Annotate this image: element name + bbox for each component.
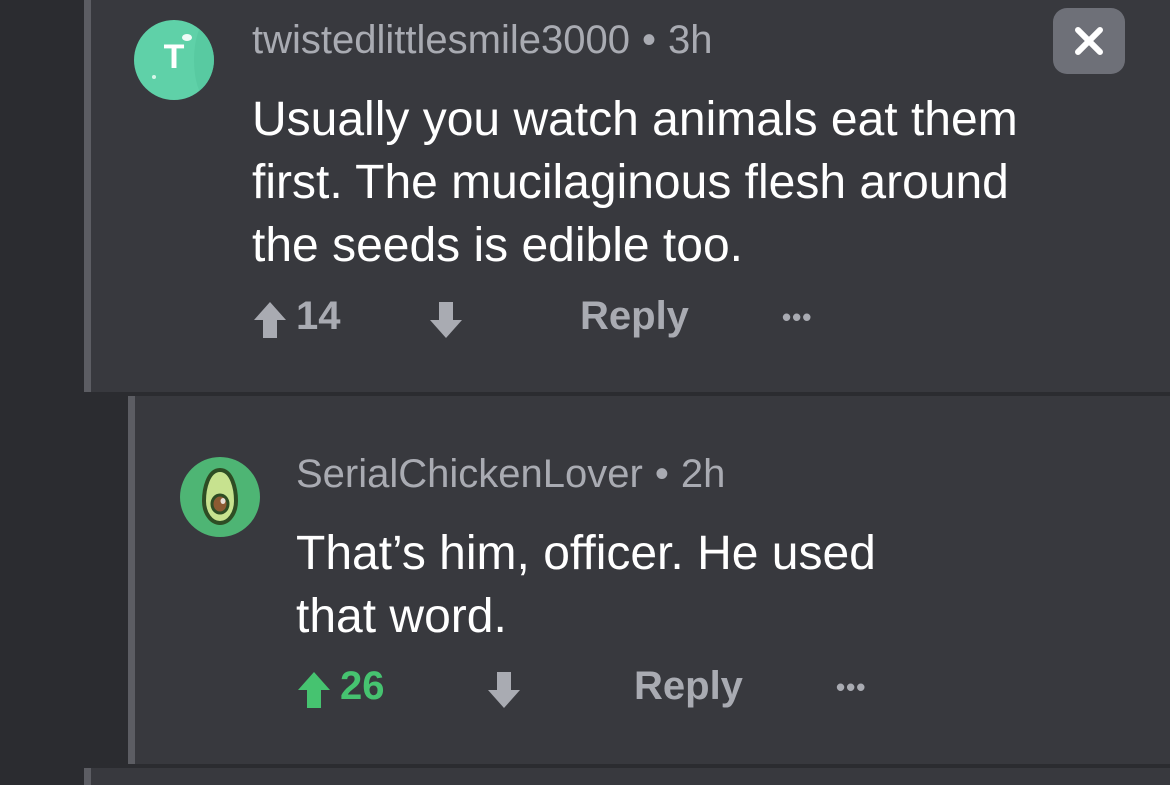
- more-options-button[interactable]: •••: [782, 302, 812, 333]
- meta-separator: •: [641, 18, 656, 62]
- comment-body: Usually you watch animals eat them first…: [252, 88, 1132, 277]
- comment-age: 3h: [667, 18, 713, 62]
- thread-gutter: [0, 0, 84, 785]
- comment-body: That’s him, officer. He used that word.: [296, 522, 1116, 648]
- comment-line: that word.: [296, 590, 507, 643]
- user-avatar[interactable]: T: [134, 20, 214, 100]
- next-comment-edge: [84, 768, 1170, 785]
- more-options-button[interactable]: •••: [836, 672, 866, 703]
- comment-line: first. The mucilaginous flesh around: [252, 156, 1009, 209]
- arrow-up-icon[interactable]: [296, 670, 332, 710]
- user-avatar[interactable]: [180, 457, 260, 537]
- meta-separator: •: [654, 452, 669, 496]
- arrow-up-icon[interactable]: [252, 300, 288, 340]
- close-icon: [1075, 27, 1103, 55]
- avatar-letter: T: [163, 38, 185, 76]
- comment-line: Usually you watch animals eat them: [252, 93, 1018, 146]
- avocado-icon: [201, 467, 239, 526]
- arrow-down-icon[interactable]: [486, 670, 522, 710]
- comment-meta: twistedlittlesmile3000 • 3h: [252, 18, 712, 63]
- comment-line: the seeds is edible too.: [252, 219, 743, 272]
- comment-age: 2h: [680, 452, 726, 496]
- username[interactable]: SerialChickenLover: [296, 452, 643, 496]
- comment-line: That’s him, officer. He used: [296, 527, 876, 580]
- upvote-count: 26: [340, 664, 385, 708]
- close-button[interactable]: [1053, 8, 1125, 74]
- arrow-down-icon[interactable]: [428, 300, 464, 340]
- reply-button[interactable]: Reply: [580, 294, 689, 339]
- upvote-count: 14: [296, 294, 341, 338]
- comment-meta: SerialChickenLover • 2h: [296, 452, 725, 497]
- reply-button[interactable]: Reply: [634, 664, 743, 709]
- comment-actions: 26 Reply •••: [296, 664, 896, 714]
- comment-actions: 14 Reply •••: [252, 294, 852, 344]
- username[interactable]: twistedlittlesmile3000: [252, 18, 630, 62]
- comment-thread: T twistedlittlesmile3000 • 3h Usually you …: [0, 0, 1170, 785]
